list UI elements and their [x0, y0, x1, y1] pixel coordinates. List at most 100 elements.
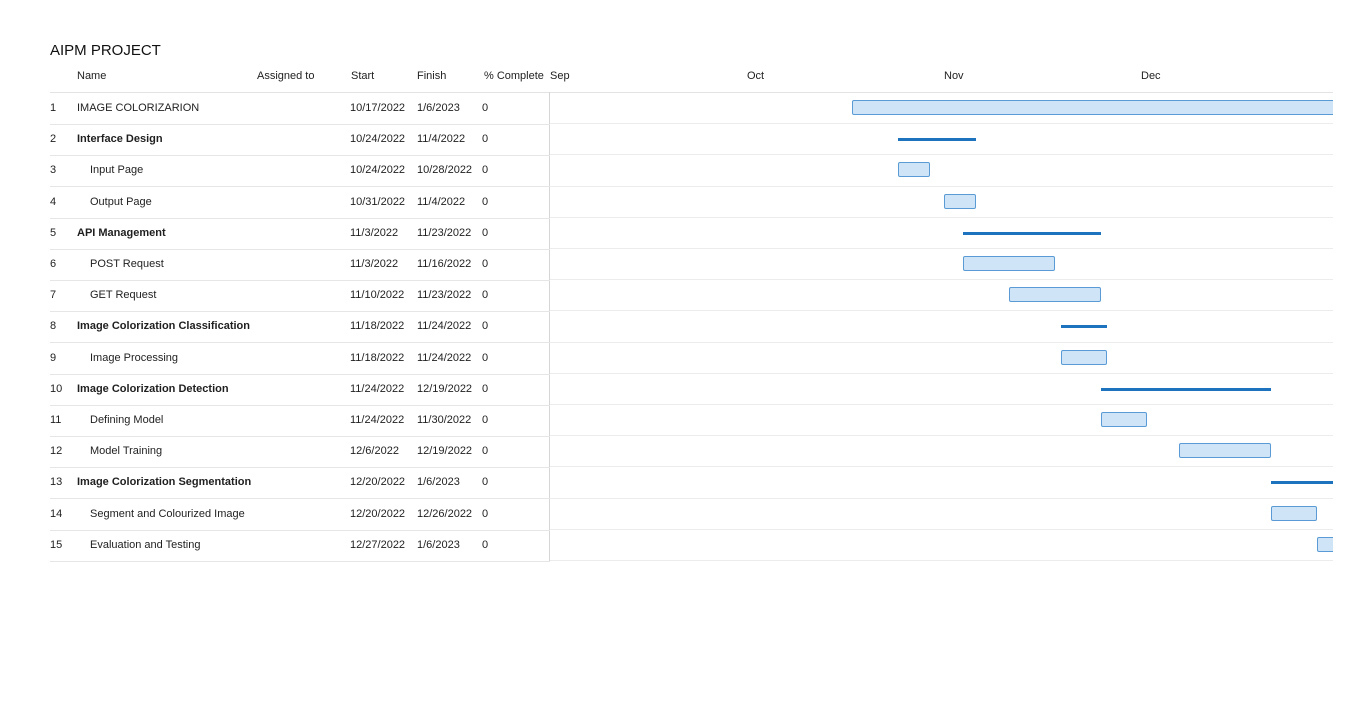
gantt-summary-bar[interactable] [1061, 325, 1108, 329]
gantt-row-line [550, 404, 1333, 405]
gantt-row-line [550, 372, 1333, 374]
task-id: 12 [50, 445, 63, 458]
gantt-task-bar[interactable] [1179, 443, 1271, 459]
task-id: 8 [50, 320, 57, 333]
gantt-task-bar[interactable] [1100, 412, 1147, 427]
task-name: Evaluation and Testing [90, 538, 201, 551]
task-name: API Management [77, 226, 166, 239]
task-finish: 1/6/2023 [417, 102, 460, 114]
task-start: 12/20/2022 [350, 476, 406, 489]
task-row[interactable]: 1 IMAGE COLORIZARION 10/17/2022 1/6/2023 0 [50, 93, 550, 125]
column-header-pct-complete[interactable]: % Complete [484, 70, 544, 82]
project-title: AIPM PROJECT [50, 42, 161, 59]
task-finish: 12/19/2022 [417, 382, 473, 395]
gantt-task-bar[interactable] [897, 162, 931, 178]
gantt-row-line [550, 154, 1333, 156]
task-name: Image Colorization Segmentation [77, 476, 252, 489]
task-start: 10/31/2022 [350, 195, 406, 208]
timeline-month-sep: Sep [550, 70, 570, 82]
timeline-month-oct: Oct [747, 70, 765, 82]
task-row[interactable]: 8 Image Colorization Classification 11/18/… [50, 311, 550, 344]
task-start: 12/6/2022 [350, 445, 399, 458]
task-name: Output Page [90, 195, 152, 208]
task-id: 3 [50, 164, 57, 177]
task-row[interactable]: 13 Image Colorization Segmentation 12/20/2… [50, 467, 550, 500]
task-pct-complete: 0 [482, 133, 489, 146]
task-row[interactable]: 9 Image Processing 11/18/2022 11/24/2022 0 [50, 343, 550, 375]
task-row[interactable]: 12 Model Training 12/6/2022 12/19/2022 0 [50, 436, 550, 469]
task-id: 14 [50, 507, 63, 520]
task-name: Input Page [90, 164, 144, 177]
task-finish: 11/23/2022 [417, 226, 472, 239]
task-name: Defining Model [90, 414, 164, 426]
task-pct-complete: 0 [482, 351, 489, 364]
task-start: 11/10/2022 [350, 289, 405, 302]
task-name: Image Colorization Detection [77, 382, 229, 395]
gantt-summary-bar[interactable] [1100, 387, 1271, 391]
task-row[interactable]: 10 Image Colorization Detection 11/24/2022… [50, 374, 550, 406]
task-finish: 11/23/2022 [417, 289, 472, 302]
task-id: 7 [50, 289, 57, 302]
gantt-task-bar[interactable] [943, 193, 977, 209]
task-name: POST Request [90, 258, 164, 270]
task-finish: 11/4/2022 [417, 195, 466, 208]
gantt-summary-bar[interactable] [897, 138, 977, 142]
gantt-row-line [550, 216, 1333, 218]
gantt-summary-bar[interactable] [963, 231, 1101, 235]
task-finish: 11/16/2022 [417, 258, 472, 270]
task-pct-complete: 0 [482, 226, 489, 239]
task-id: 2 [50, 133, 57, 146]
column-header-start[interactable]: Start [351, 70, 374, 82]
task-id: 9 [50, 351, 57, 364]
task-row[interactable]: 5 API Management 11/3/2022 11/23/2022 0 [50, 218, 550, 250]
task-row[interactable]: 7 GET Request 11/10/2022 11/23/2022 0 [50, 280, 550, 313]
task-finish: 11/24/2022 [417, 351, 472, 364]
task-pct-complete: 0 [482, 476, 489, 489]
task-start: 11/24/2022 [350, 414, 405, 426]
task-name: GET Request [90, 289, 157, 302]
gantt-task-bar[interactable] [1061, 349, 1108, 365]
task-row[interactable]: 6 POST Request 11/3/2022 11/16/2022 0 [50, 249, 550, 281]
task-name: IMAGE COLORIZARION [77, 102, 200, 114]
gantt-task-bar[interactable] [1009, 287, 1101, 303]
gantt-task-bar[interactable] [851, 100, 1333, 115]
task-start: 10/17/2022 [350, 102, 406, 114]
column-header-finish[interactable]: Finish [417, 70, 446, 82]
task-id: 6 [50, 258, 57, 270]
gantt-task-bar[interactable] [1316, 536, 1333, 552]
task-finish: 1/6/2023 [417, 538, 460, 551]
task-name: Model Training [90, 445, 163, 458]
timeline-month-dec: Dec [1141, 70, 1161, 82]
task-id: 15 [50, 538, 63, 551]
task-start: 11/3/2022 [350, 226, 399, 239]
task-pct-complete: 0 [482, 445, 489, 458]
task-finish: 11/24/2022 [417, 320, 472, 333]
task-finish: 10/28/2022 [417, 164, 473, 177]
gantt-summary-bar[interactable] [1271, 481, 1333, 485]
gantt-task-bar[interactable] [1271, 505, 1317, 521]
task-pct-complete: 0 [482, 289, 489, 302]
task-finish: 11/4/2022 [417, 133, 466, 146]
task-pct-complete: 0 [482, 538, 489, 551]
task-start: 12/27/2022 [350, 538, 406, 551]
task-start: 11/24/2022 [350, 382, 405, 395]
task-row[interactable]: 2 Interface Design 10/24/2022 11/4/2022 0 [50, 124, 550, 157]
task-row[interactable]: 4 Output Page 10/31/2022 11/4/2022 0 [50, 187, 550, 219]
task-row[interactable]: 3 Input Page 10/24/2022 10/28/2022 0 [50, 155, 550, 188]
task-start: 10/24/2022 [350, 133, 406, 146]
task-pct-complete: 0 [482, 382, 489, 395]
task-start: 12/20/2022 [350, 507, 406, 520]
gantt-chart [550, 92, 1333, 562]
task-row[interactable]: 15 Evaluation and Testing 12/27/2022 1/6/20… [50, 530, 550, 562]
gantt-task-bar[interactable] [963, 256, 1055, 271]
task-pct-complete: 0 [482, 414, 489, 426]
column-header-assigned[interactable]: Assigned to [257, 70, 314, 82]
task-name: Image Processing [90, 351, 179, 364]
task-name: Segment and Colourized Image [90, 507, 245, 520]
column-header-name[interactable]: Name [77, 70, 106, 82]
task-id: 5 [50, 226, 57, 239]
task-row[interactable]: 11 Defining Model 11/24/2022 11/30/2022 0 [50, 405, 550, 437]
task-row[interactable]: 14 Segment and Colourized Image 12/20/2022… [50, 499, 550, 531]
task-id: 13 [50, 476, 63, 489]
gantt-row-line [550, 248, 1333, 249]
